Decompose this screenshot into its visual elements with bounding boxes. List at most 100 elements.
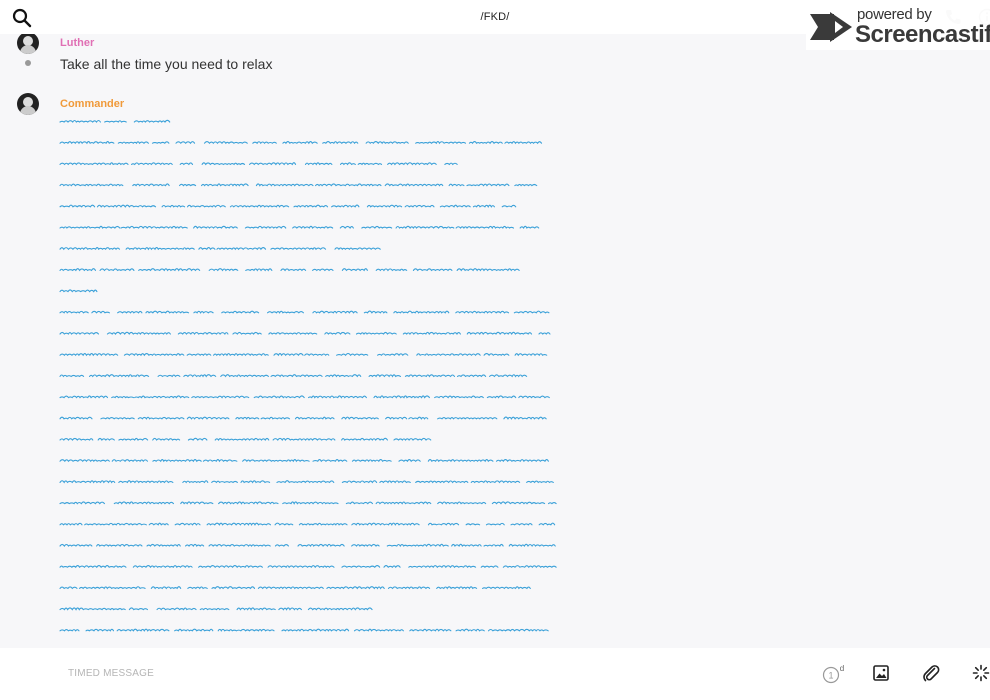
handwriting-word [315, 183, 382, 187]
handwriting-word [282, 141, 318, 145]
handwriting-word [483, 543, 504, 547]
message-sender[interactable]: Luther [60, 37, 94, 49]
handwriting-word [104, 120, 127, 123]
handwriting-word [59, 331, 100, 335]
handwriting-word [96, 204, 157, 208]
handwriting-word [339, 225, 354, 229]
handwriting-line [59, 543, 556, 548]
handwriting-line [59, 586, 531, 590]
handwriting-word [412, 268, 453, 272]
message-list[interactable]: Luther Take all the time you need to rel… [0, 34, 990, 648]
handwriting-word [468, 140, 503, 145]
handwriting-word [437, 501, 487, 505]
avatar[interactable] [17, 34, 39, 54]
handwriting-word [341, 565, 381, 568]
handwriting-word [278, 607, 302, 611]
handwriting-word [174, 628, 214, 632]
handwriting-word [280, 268, 307, 272]
handwriting-line [59, 564, 557, 569]
handwriting-word [386, 543, 449, 548]
handwriting-word [235, 416, 260, 420]
avatar[interactable] [17, 93, 39, 115]
handwriting-word [78, 586, 146, 590]
image-icon[interactable] [873, 665, 889, 681]
handwriting-word [324, 331, 351, 335]
handwriting-word [59, 586, 78, 590]
handwriting-line [59, 480, 554, 484]
handwriting-word [312, 268, 334, 272]
handwriting-word [282, 501, 339, 505]
handwriting-word [59, 416, 93, 420]
handwriting-word [145, 310, 190, 314]
handwriting-word [375, 268, 408, 272]
handwriting-word [489, 374, 528, 378]
handwriting-word [353, 628, 404, 632]
handwriting-word [257, 586, 324, 590]
handwriting-word [377, 353, 409, 357]
handwriting-word [480, 565, 499, 568]
handwriting-word [179, 162, 194, 166]
handwriting-line [59, 374, 528, 378]
handwriting-word [518, 395, 550, 399]
handwriting-word [221, 310, 260, 314]
handwriting-word [199, 607, 230, 611]
handwriting-word [526, 480, 554, 484]
handwriting-word [339, 162, 356, 166]
handwriting-word [198, 247, 216, 251]
handwriting-word [229, 204, 290, 208]
timed-message-input[interactable]: TIMED MESSAGE [68, 668, 154, 679]
handwriting-word [59, 395, 109, 399]
handwriting-word [363, 310, 388, 314]
handwriting-word [249, 162, 297, 166]
handwriting-word [409, 628, 452, 632]
handwriting-word [59, 522, 83, 526]
handwriting-word [59, 629, 80, 632]
handwriting-word [59, 459, 110, 463]
handwriting-word [151, 141, 170, 144]
handwriting-word [415, 480, 469, 484]
handwriting-word [200, 183, 249, 187]
handwriting-word [137, 416, 185, 420]
timer-unit: d [840, 664, 844, 673]
handwriting-word [193, 225, 238, 229]
handwriting-word [404, 374, 456, 378]
handwriting-word [118, 480, 174, 484]
message-sender[interactable]: Commander [60, 98, 124, 110]
handwriting-word [113, 501, 175, 505]
handwriting-word [276, 480, 335, 484]
handwriting-drawing [59, 119, 557, 632]
handwriting-word [59, 119, 101, 123]
handwriting-word [351, 459, 392, 463]
handwriting-word [59, 204, 96, 208]
handwriting-line [59, 395, 550, 399]
handwriting-word [132, 183, 170, 187]
handwriting-word [253, 395, 305, 399]
handwriting-word [232, 331, 262, 335]
handwriting-word [59, 162, 129, 166]
handwriting-word [325, 374, 362, 378]
paperclip-icon[interactable] [922, 664, 940, 682]
handwriting-word [111, 395, 135, 399]
handwriting-word [281, 628, 350, 632]
handwriting-word [59, 141, 115, 145]
handwriting-word [274, 543, 290, 547]
handwriting-word [130, 162, 173, 166]
handwriting-word [179, 183, 197, 187]
stopwatch-icon[interactable]: 1 d [822, 664, 846, 684]
handwriting-word [208, 268, 239, 272]
handwriting-word [297, 543, 345, 548]
handwriting-word [180, 501, 214, 505]
handwriting-word [201, 162, 246, 166]
handwriting-word [439, 204, 471, 208]
handwriting-word [185, 543, 205, 548]
handwriting-word [465, 523, 481, 526]
handwriting-word [216, 247, 267, 251]
handwriting-word [177, 331, 229, 335]
burst-icon[interactable] [972, 664, 990, 682]
handwriting-word [456, 268, 520, 272]
handwriting-word [111, 459, 149, 463]
handwriting-word [345, 501, 374, 505]
handwriting-word [383, 565, 401, 569]
composer-bar: TIMED MESSAGE 1 d [0, 648, 990, 700]
handwriting-word [455, 310, 510, 314]
